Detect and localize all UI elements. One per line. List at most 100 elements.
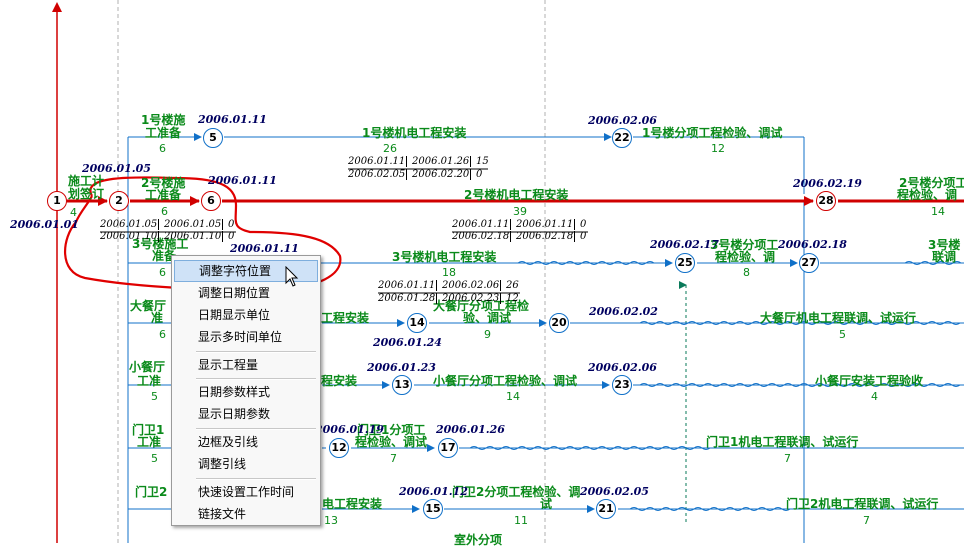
time-axis-arrow (52, 2, 62, 12)
menu-item-show-date-params[interactable]: 显示日期参数 (174, 403, 318, 425)
duration-label: 7 (863, 514, 870, 527)
duration-label: 5 (151, 452, 158, 465)
task-label: 工准 (137, 435, 162, 449)
menu-item-multi-time-unit[interactable]: 显示多时间单位 (174, 326, 318, 348)
date-param-value: 2006.01.10 (164, 231, 224, 242)
date-label: 2006.01.05 (82, 162, 151, 175)
task-label: 门卫2机电工程联调、试运行 (786, 497, 939, 511)
task-label: 划签订 (68, 187, 105, 201)
menu-item-link-file[interactable]: 链接文件 (174, 503, 318, 525)
duration-label: 14 (931, 205, 945, 218)
date-param-value: 2006.01.10 (100, 231, 160, 242)
date-param-value: 2006.01.26 (412, 156, 472, 167)
event-node[interactable]: 12 (329, 438, 349, 458)
menu-item-show-quantity[interactable]: 显示工程量 (174, 354, 318, 376)
duration-label: 6 (159, 266, 166, 279)
event-node[interactable]: 27 (799, 253, 819, 273)
task-label: 2号楼机电工程安装 (464, 188, 569, 202)
event-node[interactable]: 28 (816, 191, 836, 211)
task-label: 程检验、调 (715, 250, 776, 264)
menu-item-adjust-leader[interactable]: 调整引线 (174, 453, 318, 475)
event-node[interactable]: 22 (612, 128, 632, 148)
menu-item-border-leader[interactable]: 边框及引线 (174, 431, 318, 453)
date-param-value: 2006.01.11 (378, 280, 438, 291)
date-param-value: 2006.02.06 (442, 280, 502, 291)
context-menu: 调整字符位置 调整日期位置 日期显示单位 显示多时间单位 显示工程量 日期参数样… (171, 255, 321, 526)
duration-label: 39 (513, 205, 527, 218)
date-param-value: 0 (476, 169, 483, 180)
menu-item-date-param-style[interactable]: 日期参数样式 (174, 381, 318, 403)
task-label: 大餐厅机电工程联调、试运行 (760, 311, 917, 325)
network-diagram-canvas[interactable] (0, 0, 964, 543)
date-param-value: 2006.01.11 (452, 219, 512, 230)
task-label: 验、调试 (463, 311, 512, 325)
date-param-value: 2006.02.18 (452, 231, 512, 242)
date-param-value: 2006.02.20 (412, 169, 472, 180)
duration-label: 7 (784, 452, 791, 465)
date-param-value: 26 (506, 280, 519, 291)
duration-label: 8 (743, 266, 750, 279)
duration-label: 6 (161, 205, 168, 218)
event-node[interactable]: 1 (47, 191, 67, 211)
date-label: 2006.02.19 (793, 177, 862, 190)
duration-label: 14 (506, 390, 520, 403)
event-node[interactable]: 5 (203, 128, 223, 148)
duration-label: 9 (484, 328, 491, 341)
duration-label: 5 (151, 390, 158, 403)
event-node[interactable]: 13 (392, 375, 412, 395)
menu-item-quick-work-time[interactable]: 快速设置工作时间 (174, 481, 318, 503)
date-param-value: 2006.01.05 (164, 219, 224, 230)
task-label: 准 (151, 311, 164, 325)
menu-item-date-display-unit[interactable]: 日期显示单位 (174, 304, 318, 326)
date-param-value: 15 (476, 156, 489, 167)
task-label: 1号楼机电工程安装 (362, 126, 467, 140)
date-param-value: 2006.02.18 (516, 231, 576, 242)
event-node[interactable]: 14 (407, 313, 427, 333)
task-label: 门卫2 (135, 485, 168, 499)
duration-label: 12 (711, 142, 725, 155)
task-label: 电工程安装 (322, 497, 383, 511)
date-param-value: 0 (580, 219, 587, 230)
duration-label: 6 (159, 328, 166, 341)
event-node[interactable]: 20 (549, 313, 569, 333)
menu-separator (196, 378, 316, 380)
date-label: 2006.02.02 (589, 305, 658, 318)
task-label: 程检验、调 (897, 188, 958, 202)
date-label: 2006.01.11 (208, 174, 277, 187)
task-label: 程安装 (321, 374, 358, 388)
date-label: 2006.01.12 (399, 485, 468, 498)
date-param-value: 0 (580, 231, 587, 242)
task-label: 试 (540, 497, 553, 511)
date-label: 2006.02.05 (580, 485, 649, 498)
event-node[interactable]: 25 (675, 253, 695, 273)
event-node[interactable]: 6 (201, 191, 221, 211)
task-label: 小餐厅分项工程检验、调试 (433, 374, 578, 388)
duration-label: 7 (390, 452, 397, 465)
event-node[interactable]: 15 (423, 499, 443, 519)
date-label: 2006.02.17 (650, 238, 719, 251)
free-float-wave (629, 507, 791, 511)
task-label: 室外分项 (454, 533, 503, 547)
event-node[interactable]: 23 (612, 375, 632, 395)
menu-separator (196, 351, 316, 353)
duration-label: 11 (514, 514, 528, 527)
date-label: 2006.02.06 (588, 361, 657, 374)
event-node[interactable]: 21 (596, 499, 616, 519)
date-label: 2006.01.23 (367, 361, 436, 374)
event-node[interactable]: 17 (438, 438, 458, 458)
mouse-cursor-icon (285, 266, 299, 287)
event-node[interactable]: 2 (109, 191, 129, 211)
date-param-value: 2006.01.05 (100, 219, 160, 230)
duration-label: 18 (442, 266, 456, 279)
date-label: 2006.02.06 (588, 114, 657, 127)
date-label: 2006.01.24 (373, 336, 442, 349)
date-label: 2006.01.11 (198, 113, 267, 126)
task-label: 工准备 (145, 188, 182, 202)
menu-separator (196, 428, 316, 430)
task-label: 联调 (932, 250, 957, 264)
date-param-value: 2006.02.23 (442, 293, 502, 304)
duration-label: 4 (871, 390, 878, 403)
task-label: 门卫2分项工程检验、调 (452, 485, 581, 499)
date-label: 2006.02.18 (778, 238, 847, 251)
date-param-value: 0 (228, 219, 235, 230)
